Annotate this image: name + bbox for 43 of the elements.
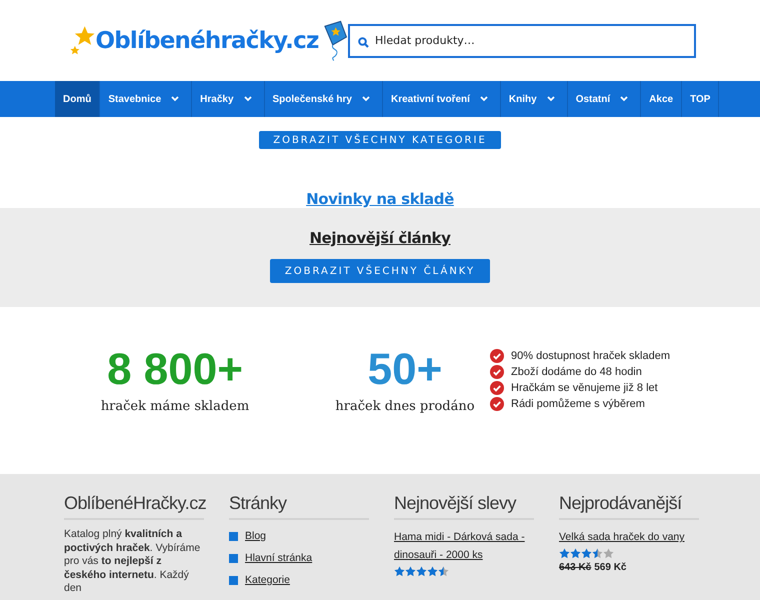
footer-heading: Nejprodávanější (559, 492, 699, 520)
benefit-text: Rádi pomůžeme s výběrem (511, 398, 645, 410)
check-icon (490, 397, 504, 411)
nav-item[interactable]: Stavebnice (100, 81, 192, 117)
nav-item[interactable]: Kreativní tvoření (383, 81, 501, 117)
bullet-icon (229, 554, 238, 562)
benefit-text: 90% dostupnost hraček skladem (511, 350, 670, 362)
product-link[interactable]: Velká sada hraček do vany (559, 528, 699, 546)
nav-item[interactable]: Knihy (500, 81, 568, 117)
about-text: Katalog plný kvalitních a poctivých hraček. Vybíráme pro vás to nejlepší z českého internetu. Každý den (64, 528, 202, 596)
old-price: 643 Kč (559, 562, 592, 573)
check-icon (490, 349, 504, 363)
stat-label: hraček máme skladem (100, 399, 250, 414)
articles-heading-link[interactable]: Nejnovější články (309, 229, 451, 247)
new-in-stock-link[interactable]: Novinky na skladě (306, 190, 454, 208)
nav-item[interactable]: Hračky (192, 81, 265, 117)
show-articles-button[interactable]: ZOBRAZIT VŠECHNY ČLÁNKY (270, 259, 490, 283)
search-icon (358, 36, 369, 48)
stat-number: 50+ (368, 345, 442, 395)
nav-item[interactable]: Ostatní (568, 81, 642, 117)
footer-link[interactable]: Hlavní stránka (245, 550, 312, 566)
footer-heading: OblíbenéHračky.cz (64, 492, 204, 520)
bullet-icon (229, 576, 238, 584)
footer-link[interactable]: Kategorie (245, 572, 290, 588)
nav-item[interactable]: Společenské hry (264, 81, 383, 117)
logo-text[interactable]: Oblíbenéhračky.cz (96, 28, 319, 54)
price: 569 Kč (594, 562, 626, 573)
nav-item[interactable]: Akce (641, 81, 682, 117)
footer-link[interactable]: Blog (245, 528, 266, 544)
nav-item[interactable]: TOP (682, 81, 720, 117)
product-link[interactable]: Hama midi - Dárková sada - dinosauři - 2000 ks (394, 528, 534, 564)
show-categories-button[interactable]: ZOBRAZIT VŠECHNY KATEGORIE (259, 131, 501, 149)
stat-number: 8 800+ (107, 345, 243, 395)
check-icon (490, 365, 504, 379)
bullet-icon (229, 532, 238, 540)
nav-item[interactable]: Domů (55, 81, 100, 117)
footer-heading: Nejnovější slevy (394, 492, 534, 520)
stat-label: hraček dnes prodáno (335, 399, 475, 414)
benefit-text: Zboží dodáme do 48 hodin (511, 366, 642, 378)
footer-heading: Stránky (229, 492, 369, 520)
search-field[interactable]: Hledat produkty… (348, 24, 696, 58)
check-icon (490, 381, 504, 395)
benefit-text: Hračkám se věnujeme již 8 let (511, 382, 658, 394)
